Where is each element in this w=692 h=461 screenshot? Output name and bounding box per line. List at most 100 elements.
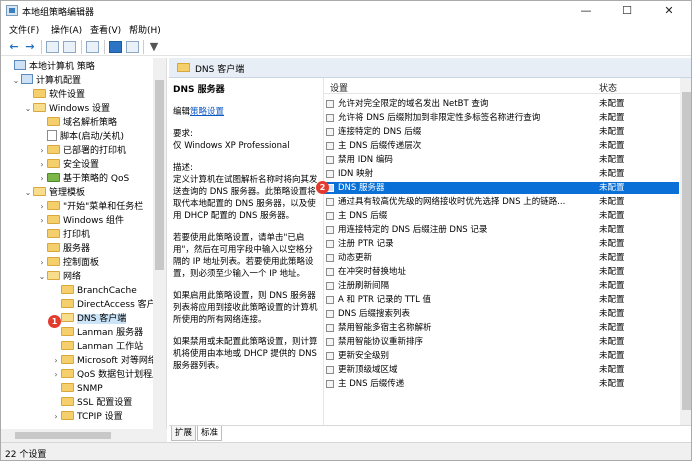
tree-item-lanman-workstation[interactable]: Lanman 工作站	[51, 340, 143, 354]
chevron-right-icon[interactable]: ›	[37, 214, 47, 228]
tree-item-windows-components[interactable]: › Windows 组件	[37, 214, 124, 228]
setting-row[interactable]: 主 DNS 后缀 未配置	[324, 210, 679, 222]
setting-row[interactable]: 允许将 DNS 后缀附加到非限定性多标签名称进行查询 未配置	[324, 112, 679, 124]
minimize-button[interactable]: —	[566, 1, 606, 21]
tree-item-policy-based-qos[interactable]: › 基于策略的 QoS	[37, 172, 129, 186]
setting-row-dns-servers[interactable]: DNS 服务器 未配置	[324, 182, 679, 194]
tree-item-ssl-config[interactable]: SSL 配置设置	[51, 396, 132, 410]
setting-row[interactable]: 主 DNS 后缀传递层次 未配置	[324, 140, 679, 152]
chevron-right-icon[interactable]: ›	[51, 368, 61, 382]
tree-item-branchcache[interactable]: BranchCache	[51, 284, 137, 298]
menu-file[interactable]: 文件(F)	[9, 23, 39, 36]
tree-item-tcpip-settings[interactable]: › TCPIP 设置	[51, 410, 123, 424]
chevron-right-icon[interactable]: ›	[37, 200, 47, 214]
chevron-down-icon[interactable]: ⌄	[37, 270, 47, 284]
settings-vertical-scrollbar[interactable]	[680, 78, 691, 425]
setting-row[interactable]: DNS 后缀搜索列表 未配置	[324, 308, 679, 320]
setting-row[interactable]: 禁用智能多宿主名称解析 未配置	[324, 322, 679, 334]
policy-setting-icon	[326, 380, 334, 388]
window-title: 本地组策略编辑器	[22, 8, 95, 18]
policy-setting-icon	[326, 156, 334, 164]
tree-item-start-menu-taskbar[interactable]: › "开始"菜单和任务栏	[37, 200, 143, 214]
chevron-right-icon[interactable]: ›	[37, 158, 47, 172]
tree-item-control-panel[interactable]: › 控制面板	[37, 256, 99, 270]
tree-item-microsoft-peer-network[interactable]: › Microsoft 对等网络	[51, 354, 157, 368]
tree-item-lanman-server[interactable]: Lanman 服务器	[51, 326, 143, 340]
setting-row[interactable]: 更新顶级域区域 未配置	[324, 364, 679, 376]
tree-item-software-settings[interactable]: 软件设置	[23, 88, 85, 102]
tree-horizontal-scrollbar[interactable]	[1, 429, 167, 442]
menu-help[interactable]: 帮助(H)	[129, 23, 161, 36]
description-paragraph: 定义计算机在试图解析名称时将向其发送查询的 DNS 服务器。此策略设置将取代本地…	[173, 175, 318, 221]
help-icon[interactable]	[109, 41, 122, 53]
tree-horizontal-scroll-thumb[interactable]	[15, 432, 111, 439]
tree-vertical-scroll-thumb[interactable]	[155, 80, 164, 270]
column-header-setting[interactable]: 设置	[330, 81, 348, 94]
setting-row[interactable]: 在冲突时替换地址 未配置	[324, 266, 679, 278]
back-arrow-icon[interactable]: ←	[7, 40, 21, 54]
filter-icon[interactable]: ▼	[147, 40, 161, 54]
chevron-down-icon[interactable]: ⌄	[23, 186, 33, 200]
setting-row[interactable]: 动态更新 未配置	[324, 252, 679, 264]
tree-item-printers[interactable]: 打印机	[37, 228, 90, 242]
tree-item-server[interactable]: 服务器	[37, 242, 90, 256]
up-folder-icon[interactable]	[46, 41, 59, 53]
tree-item-dns-client[interactable]: DNS 客户端	[51, 312, 127, 326]
setting-row[interactable]: 允许对完全限定的域名发出 NetBT 查询 未配置	[324, 98, 679, 110]
chevron-down-icon[interactable]: ⌄	[23, 102, 33, 116]
setting-row[interactable]: IDN 映射 未配置	[324, 168, 679, 180]
close-button[interactable]: ✕	[649, 1, 689, 21]
tree-item-snmp[interactable]: SNMP	[51, 382, 103, 396]
setting-row[interactable]: 注册刷新间隔 未配置	[324, 280, 679, 292]
tab-standard[interactable]: 标准	[197, 426, 223, 441]
tree-item-deployed-printers[interactable]: › 已部署的打印机	[37, 144, 126, 158]
tree-item-network[interactable]: ⌄ 网络	[37, 270, 81, 284]
tab-extended[interactable]: 扩展	[171, 426, 197, 441]
setting-row[interactable]: 禁用智能协议重新排序 未配置	[324, 336, 679, 348]
menu-action[interactable]: 操作(A)	[51, 23, 82, 36]
forward-arrow-icon[interactable]: →	[23, 40, 37, 54]
policy-setting-icon	[326, 296, 334, 304]
chevron-down-icon[interactable]: ⌄	[11, 74, 21, 88]
details-header: DNS 客户端	[169, 58, 691, 78]
chevron-right-icon[interactable]: ›	[51, 354, 61, 368]
maximize-button[interactable]: ☐	[607, 1, 647, 21]
tree-item-scripts[interactable]: 脚本(启动/关机)	[37, 130, 124, 144]
folder-icon	[61, 327, 74, 336]
tree-item-admin-templates[interactable]: ⌄ 管理模板	[23, 186, 85, 200]
tree-item-name-resolution-policy[interactable]: 域名解析策略	[37, 116, 117, 130]
tree-item-windows-settings[interactable]: ⌄ Windows 设置	[23, 102, 110, 116]
setting-row[interactable]: 通过具有较高优先级的网络接收时优先选择 DNS 上的链路... 未配置	[324, 196, 679, 208]
tree-item-directaccess-client[interactable]: DirectAccess 客户端	[51, 298, 165, 312]
folder-icon	[33, 103, 46, 112]
export-list-icon[interactable]	[86, 41, 99, 53]
chevron-right-icon[interactable]: ›	[37, 144, 47, 158]
tree-item-local-computer-policy[interactable]: 本地计算机 策略	[4, 60, 95, 74]
tree-item-computer-config[interactable]: ⌄ 计算机配置	[11, 74, 81, 88]
setting-row[interactable]: 禁用 IDN 编码 未配置	[324, 154, 679, 166]
setting-row[interactable]: 连接特定的 DNS 后缀 未配置	[324, 126, 679, 138]
setting-row[interactable]: 主 DNS 后缀传递 未配置	[324, 378, 679, 390]
folder-icon	[47, 159, 60, 168]
menu-view[interactable]: 查看(V)	[90, 23, 121, 36]
setting-row[interactable]: A 和 PTR 记录的 TTL 值未配置	[324, 294, 679, 306]
edit-policy-link[interactable]: 策略设置	[190, 107, 224, 117]
tree-vertical-scrollbar[interactable]	[153, 58, 166, 429]
setting-row[interactable]: 用连接特定的 DNS 后缀注册 DNS 记录 未配置	[324, 224, 679, 236]
setting-row[interactable]: 注册 PTR 记录 未配置	[324, 238, 679, 250]
show-hide-tree-icon[interactable]	[63, 41, 76, 53]
tree-item-qos-packet-scheduler[interactable]: › QoS 数据包计划程序	[51, 368, 161, 382]
chevron-right-icon[interactable]: ›	[37, 256, 47, 270]
chevron-right-icon[interactable]: ›	[37, 172, 47, 186]
policy-setting-icon	[326, 240, 334, 248]
folder-icon	[61, 285, 74, 294]
setting-row[interactable]: 更新安全级别 未配置	[324, 350, 679, 362]
settings-vertical-scroll-thumb[interactable]	[682, 92, 691, 410]
chevron-right-icon[interactable]: ›	[51, 410, 61, 424]
tree-item-security-settings[interactable]: › 安全设置	[37, 158, 99, 172]
column-header-state[interactable]: 状态	[599, 81, 617, 94]
folder-icon	[47, 257, 60, 266]
folder-icon	[61, 383, 74, 392]
properties-icon[interactable]	[126, 41, 139, 53]
policy-setting-icon	[326, 310, 334, 318]
